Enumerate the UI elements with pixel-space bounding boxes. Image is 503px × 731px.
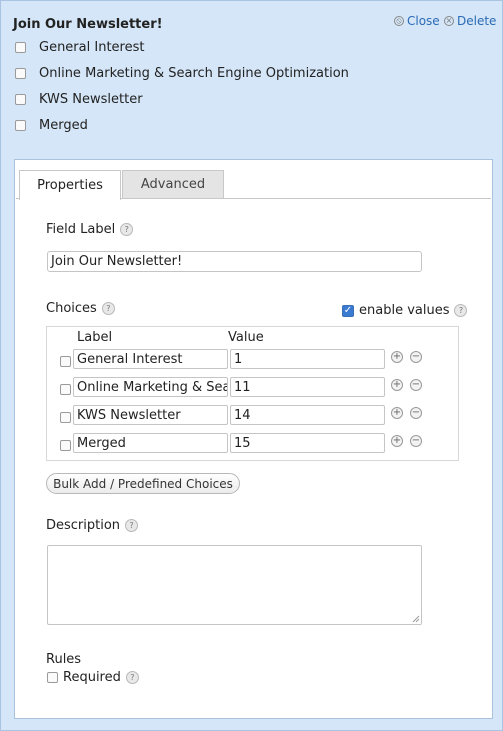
preview-checkbox[interactable] <box>15 42 26 53</box>
label-column-header: Label <box>77 330 113 345</box>
required-option[interactable]: Required ? <box>47 670 139 685</box>
settings-panel: Properties Advanced Field Label ? Join O… <box>14 159 493 719</box>
preview-option[interactable]: Merged <box>15 118 88 133</box>
preview-option-label: Online Marketing & Search Engine Optimiz… <box>39 66 349 81</box>
add-choice-icon[interactable]: + <box>391 435 403 447</box>
help-icon[interactable]: ? <box>120 223 134 236</box>
choice-row: General Interest 1 + − <box>47 349 458 371</box>
choice-value-input[interactable]: 11 <box>230 377 385 397</box>
enable-values-option[interactable]: ✓ enable values ? <box>342 303 468 318</box>
preview-checkbox[interactable] <box>15 68 26 79</box>
close-link[interactable]: ⦸ Close <box>394 14 440 28</box>
choice-default-checkbox[interactable] <box>60 412 71 423</box>
preview-option-label: General Interest <box>39 40 145 55</box>
required-checkbox[interactable] <box>47 672 58 683</box>
field-label-heading: Field Label ? <box>46 222 134 237</box>
preview-option-label: KWS Newsletter <box>39 92 143 107</box>
preview-option-label: Merged <box>39 118 88 133</box>
enable-values-checkbox[interactable]: ✓ <box>342 304 354 317</box>
remove-choice-icon[interactable]: − <box>410 435 422 447</box>
choices-heading: Choices ? <box>46 301 115 316</box>
description-heading: Description ? <box>46 518 139 533</box>
close-icon: ⦸ <box>394 16 404 26</box>
choice-value-input[interactable]: 14 <box>230 405 385 425</box>
remove-choice-icon[interactable]: − <box>410 407 422 419</box>
remove-choice-icon[interactable]: − <box>410 379 422 391</box>
add-choice-icon[interactable]: + <box>391 379 403 391</box>
resize-handle-icon[interactable] <box>412 615 420 623</box>
help-icon[interactable]: ? <box>125 519 139 532</box>
properties-tab-content: Field Label ? Join Our Newsletter! Choic… <box>15 199 492 717</box>
bulk-add-button[interactable]: Bulk Add / Predefined Choices <box>46 473 240 494</box>
field-title: Join Our Newsletter! <box>13 17 163 32</box>
description-title: Description <box>46 518 121 533</box>
help-icon[interactable]: ? <box>101 302 115 315</box>
choices-title: Choices <box>46 301 97 316</box>
preview-option[interactable]: Online Marketing & Search Engine Optimiz… <box>15 66 349 81</box>
description-textarea[interactable] <box>47 545 422 625</box>
preview-option[interactable]: General Interest <box>15 40 144 55</box>
value-column-header: Value <box>228 330 264 345</box>
close-label: Close <box>407 14 440 28</box>
preview-checkbox[interactable] <box>15 94 26 105</box>
choice-value-input[interactable]: 1 <box>230 349 385 369</box>
help-icon[interactable]: ? <box>454 304 468 317</box>
choice-default-checkbox[interactable] <box>60 384 71 395</box>
delete-icon: × <box>444 16 454 26</box>
choice-row: KWS Newsletter 14 + − <box>47 405 458 427</box>
choice-default-checkbox[interactable] <box>60 440 71 451</box>
choice-label-input[interactable]: KWS Newsletter <box>73 405 228 425</box>
field-editor-frame: Join Our Newsletter! ⦸ Close × Delete Ge… <box>0 0 503 731</box>
choice-label-input[interactable]: Merged <box>73 433 228 453</box>
tab-bar: Properties Advanced <box>16 161 491 200</box>
choice-label-input[interactable]: General Interest <box>73 349 228 369</box>
preview-option[interactable]: KWS Newsletter <box>15 92 143 107</box>
choice-default-checkbox[interactable] <box>60 356 71 367</box>
tab-properties[interactable]: Properties <box>19 170 121 200</box>
preview-checkbox[interactable] <box>15 120 26 131</box>
field-label-title: Field Label <box>46 222 116 237</box>
choice-label-input[interactable]: Online Marketing & Search Engine Optimiz… <box>73 377 228 397</box>
remove-choice-icon[interactable]: − <box>410 351 422 363</box>
choice-row: Merged 15 + − <box>47 433 458 455</box>
delete-label: Delete <box>457 14 497 28</box>
choice-value-input[interactable]: 15 <box>230 433 385 453</box>
add-choice-icon[interactable]: + <box>391 351 403 363</box>
required-label: Required <box>63 670 121 685</box>
choices-editor: Label Value General Interest 1 + − Onlin… <box>46 326 459 461</box>
choice-row: Online Marketing & Search Engine Optimiz… <box>47 377 458 399</box>
field-label-input[interactable]: Join Our Newsletter! <box>47 251 422 272</box>
enable-values-label: enable values <box>359 303 450 318</box>
add-choice-icon[interactable]: + <box>391 407 403 419</box>
delete-link[interactable]: × Delete <box>444 14 496 28</box>
tab-advanced[interactable]: Advanced <box>122 170 224 198</box>
help-icon[interactable]: ? <box>125 671 139 684</box>
rules-title: Rules <box>46 652 82 667</box>
